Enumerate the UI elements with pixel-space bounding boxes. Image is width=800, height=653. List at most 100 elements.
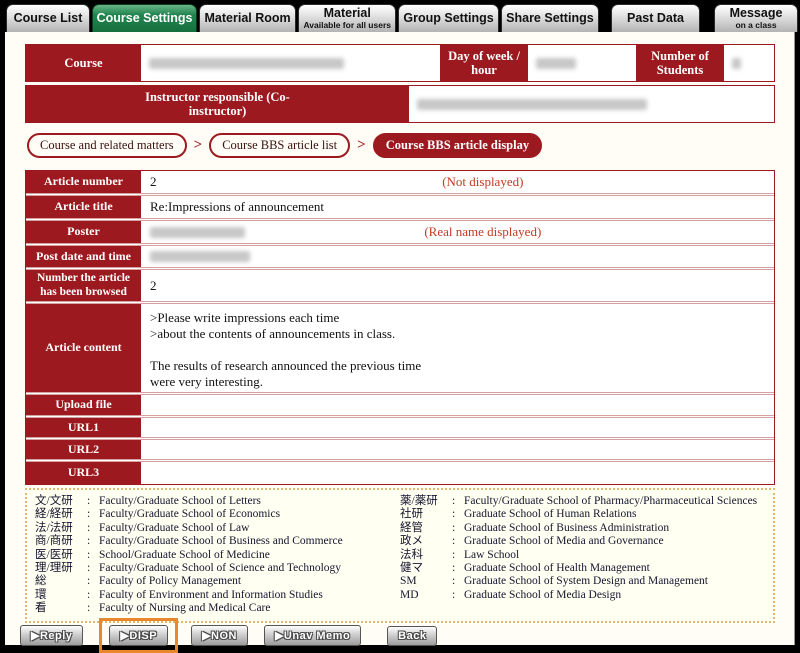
row-label-article-number: Article number — [26, 171, 141, 193]
legend-description: Graduate School of Media Design — [464, 588, 622, 601]
course-info-row-1: Course Day of week / hour Number of Stud… — [25, 44, 775, 82]
legend-item: 健マ: Graduate School of Health Management — [400, 562, 765, 575]
legend-description: Faculty/Graduate School of Law — [99, 521, 250, 534]
row-value-post-date-and-time — [141, 246, 774, 267]
breadcrumb-course-bbs-article-list[interactable]: Course BBS article list — [209, 133, 351, 158]
legend-item: 社研: Graduate School of Human Relations — [400, 508, 765, 521]
row-value-upload-file — [141, 395, 774, 415]
legend-separator: : — [452, 521, 456, 534]
breadcrumb-course-and-related-matters[interactable]: Course and related matters — [27, 133, 187, 158]
day-of-week-label: Day of week / hour — [440, 45, 528, 81]
back-button[interactable]: Back — [387, 625, 438, 646]
row-poster: Poster (Real name displayed) — [26, 221, 774, 246]
legend-item: 薬/薬研: Faculty/Graduate School of Pharmacy… — [400, 495, 765, 508]
legend-item: 経/経研: Faculty/Graduate School of Economic… — [35, 508, 400, 521]
legend-abbr: 医/医研 — [35, 548, 73, 561]
legend-separator: : — [87, 575, 91, 588]
legend-item: SM: Graduate School of System Design and … — [400, 575, 765, 588]
tab-label: Course Settings — [96, 11, 193, 25]
row-label-number-the-article-has-been-browsed: Number the article has been browsed — [26, 270, 141, 301]
legend-item: 総: Faculty of Policy Management — [35, 575, 400, 588]
tab-material-room[interactable]: Material Room — [199, 4, 297, 32]
legend-description: School/Graduate School of Medicine — [99, 548, 270, 561]
day-of-week-value — [528, 45, 636, 81]
legend-item: 看: Faculty of Nursing and Medical Care — [35, 602, 400, 615]
legend-separator: : — [452, 508, 456, 521]
legend-item: MD: Graduate School of Media Design — [400, 589, 765, 602]
legend-separator: : — [452, 495, 456, 507]
tab-share-settings[interactable]: Share Settings — [500, 4, 599, 32]
redacted-students-value — [732, 57, 741, 69]
legend-separator: : — [87, 588, 91, 601]
reply-button[interactable]: ▶Reply — [20, 625, 84, 646]
row-article-number: Article number 2 (Not displayed) — [26, 171, 774, 196]
redacted-day-value — [536, 57, 576, 69]
legend-abbr: 看 — [35, 602, 47, 615]
tab-bar: Course List Course Settings Material Room M… — [0, 0, 800, 32]
legend-separator: : — [452, 588, 456, 601]
row-label-poster: Poster — [26, 221, 141, 243]
legend-separator: : — [87, 562, 91, 575]
row-url2: URL2 — [26, 440, 774, 462]
breadcrumb: Course and related matters > Course BBS ar… — [27, 133, 543, 158]
tab-message[interactable]: Message on a class — [714, 4, 798, 32]
tab-sublabel: Available for all users — [303, 20, 391, 30]
row-label-url1: URL1 — [26, 418, 141, 437]
legend-separator: : — [87, 602, 91, 615]
legend-item: 環: Faculty of Environment and Information… — [35, 589, 400, 602]
legend-description: Faculty/Graduate School of Economics — [99, 508, 281, 521]
tab-label: Group Settings — [403, 11, 494, 25]
tab-label: Material Room — [204, 11, 291, 25]
disp-button[interactable]: ▶DISP — [109, 625, 169, 646]
legend-description: Faculty of Policy Management — [99, 575, 242, 588]
row-value-article-number: 2 (Not displayed) — [150, 174, 524, 189]
legend-abbr: 環 — [35, 588, 47, 601]
annotation-article-number: (Not displayed) — [442, 174, 524, 189]
unav-memo-button[interactable]: ▶Unav Memo — [263, 625, 362, 646]
breadcrumb-separator: > — [193, 137, 203, 153]
tab-course-list[interactable]: Course List — [6, 4, 90, 32]
row-label-url3: URL3 — [26, 462, 141, 484]
legend-description: Graduate School of Media and Governance — [464, 535, 664, 548]
legend-abbr: 法科 — [400, 548, 423, 561]
redacted-course-value — [149, 57, 344, 69]
row-url1: URL1 — [26, 418, 774, 440]
redacted-value — [150, 251, 250, 262]
row-value-url2 — [141, 440, 774, 459]
breadcrumb-course-bbs-article-display[interactable]: Course BBS article display — [372, 133, 543, 158]
row-label-post-date-and-time: Post date and time — [26, 246, 141, 267]
tab-sublabel: on a class — [735, 20, 777, 30]
article-table: Article number 2 (Not displayed) Article ti… — [25, 170, 775, 485]
legend-description: Faculty/Graduate School of Letters — [99, 495, 261, 507]
tab-material[interactable]: Material Available for all users — [298, 4, 397, 32]
legend-separator: : — [452, 548, 456, 561]
legend-abbr: 社研 — [400, 508, 423, 521]
row-value-url3 — [141, 462, 774, 484]
tab-label: Share Settings — [506, 11, 594, 25]
legend-separator: : — [87, 508, 91, 521]
legend-abbr: 経管 — [400, 521, 423, 534]
legend-item: 法科: Law School — [400, 549, 765, 562]
number-of-students-label: Number of Students — [636, 45, 724, 81]
legend-abbr: MD — [400, 588, 419, 601]
tab-label: Material — [323, 6, 371, 20]
legend-separator: : — [87, 548, 91, 561]
legend-abbr: 薬/薬研 — [400, 495, 438, 507]
legend-description: Faculty/Graduate School of Business and … — [99, 535, 343, 548]
tab-label: Course List — [13, 11, 83, 25]
row-article-title: Article title Re:Impressions of announcem… — [26, 196, 774, 221]
row-number-the-article-has-been-browsed: Number the article has been browsed 2 — [26, 270, 774, 304]
row-label-article-content: Article content — [26, 304, 141, 392]
tab-course-settings[interactable]: Course Settings — [92, 4, 198, 32]
legend-item: 文/文研: Faculty/Graduate School of Letters — [35, 495, 400, 508]
legend-abbr: 経/経研 — [35, 508, 73, 521]
non-button[interactable]: ▶NON — [191, 625, 248, 646]
legend-separator: : — [452, 562, 456, 575]
row-value-url1 — [141, 418, 774, 437]
legend-abbr: 政メ — [400, 535, 423, 548]
tab-past-data[interactable]: Past Data — [611, 4, 700, 32]
row-value-number-the-article-has-been-browsed: 2 — [150, 277, 157, 293]
button-row: ▶Reply ▶DISP ▶NON ▶Unav Memo Back — [20, 618, 453, 653]
legend-separator: : — [452, 575, 456, 588]
tab-group-settings[interactable]: Group Settings — [398, 4, 499, 32]
